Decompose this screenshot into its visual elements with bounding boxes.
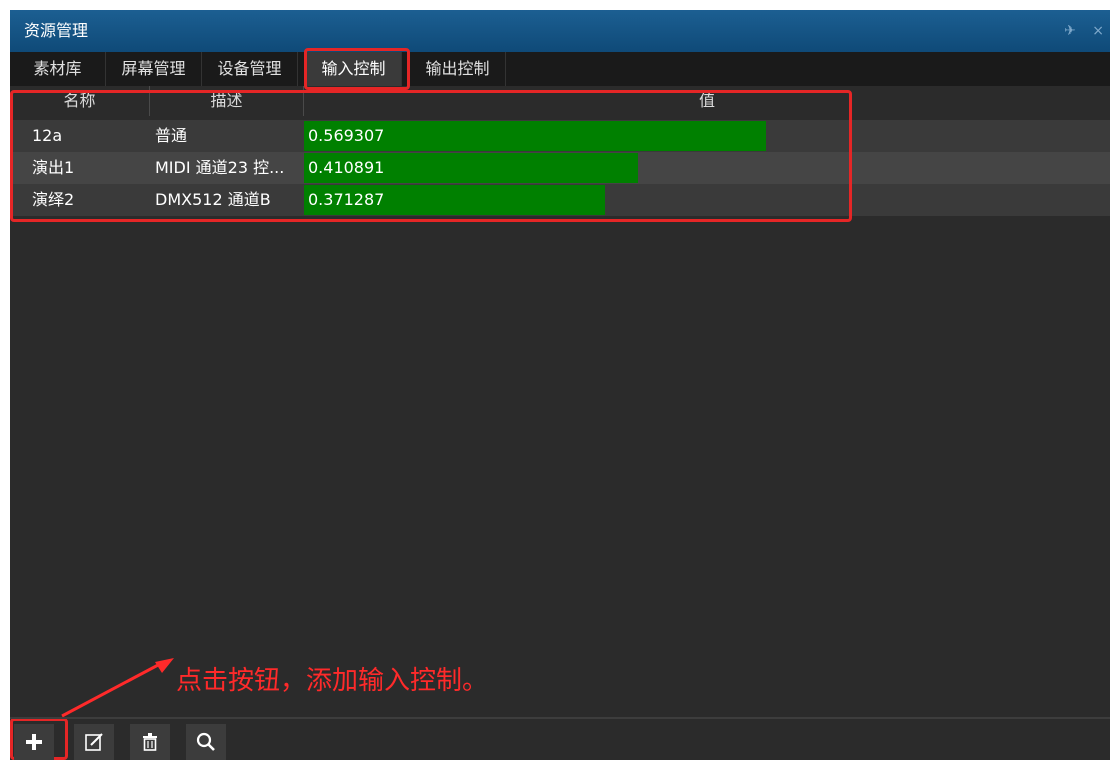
- resource-manager-window: 资源管理 ✈ × 素材库 屏幕管理 设备管理 输入控制 输出控制 名称 描述 值…: [10, 10, 1110, 760]
- add-button[interactable]: [14, 724, 54, 760]
- edit-icon: [85, 733, 103, 751]
- search-icon: [196, 732, 215, 751]
- annotation-text: 点击按钮，添加输入控制。: [176, 666, 489, 696]
- annotation-arrow: [61, 658, 174, 718]
- delete-icon: [143, 733, 157, 751]
- edit-button[interactable]: [74, 724, 114, 760]
- search-button[interactable]: [186, 724, 226, 760]
- delete-button[interactable]: [130, 724, 170, 760]
- toolbar-separator: [10, 717, 1110, 719]
- add-icon: [26, 734, 42, 750]
